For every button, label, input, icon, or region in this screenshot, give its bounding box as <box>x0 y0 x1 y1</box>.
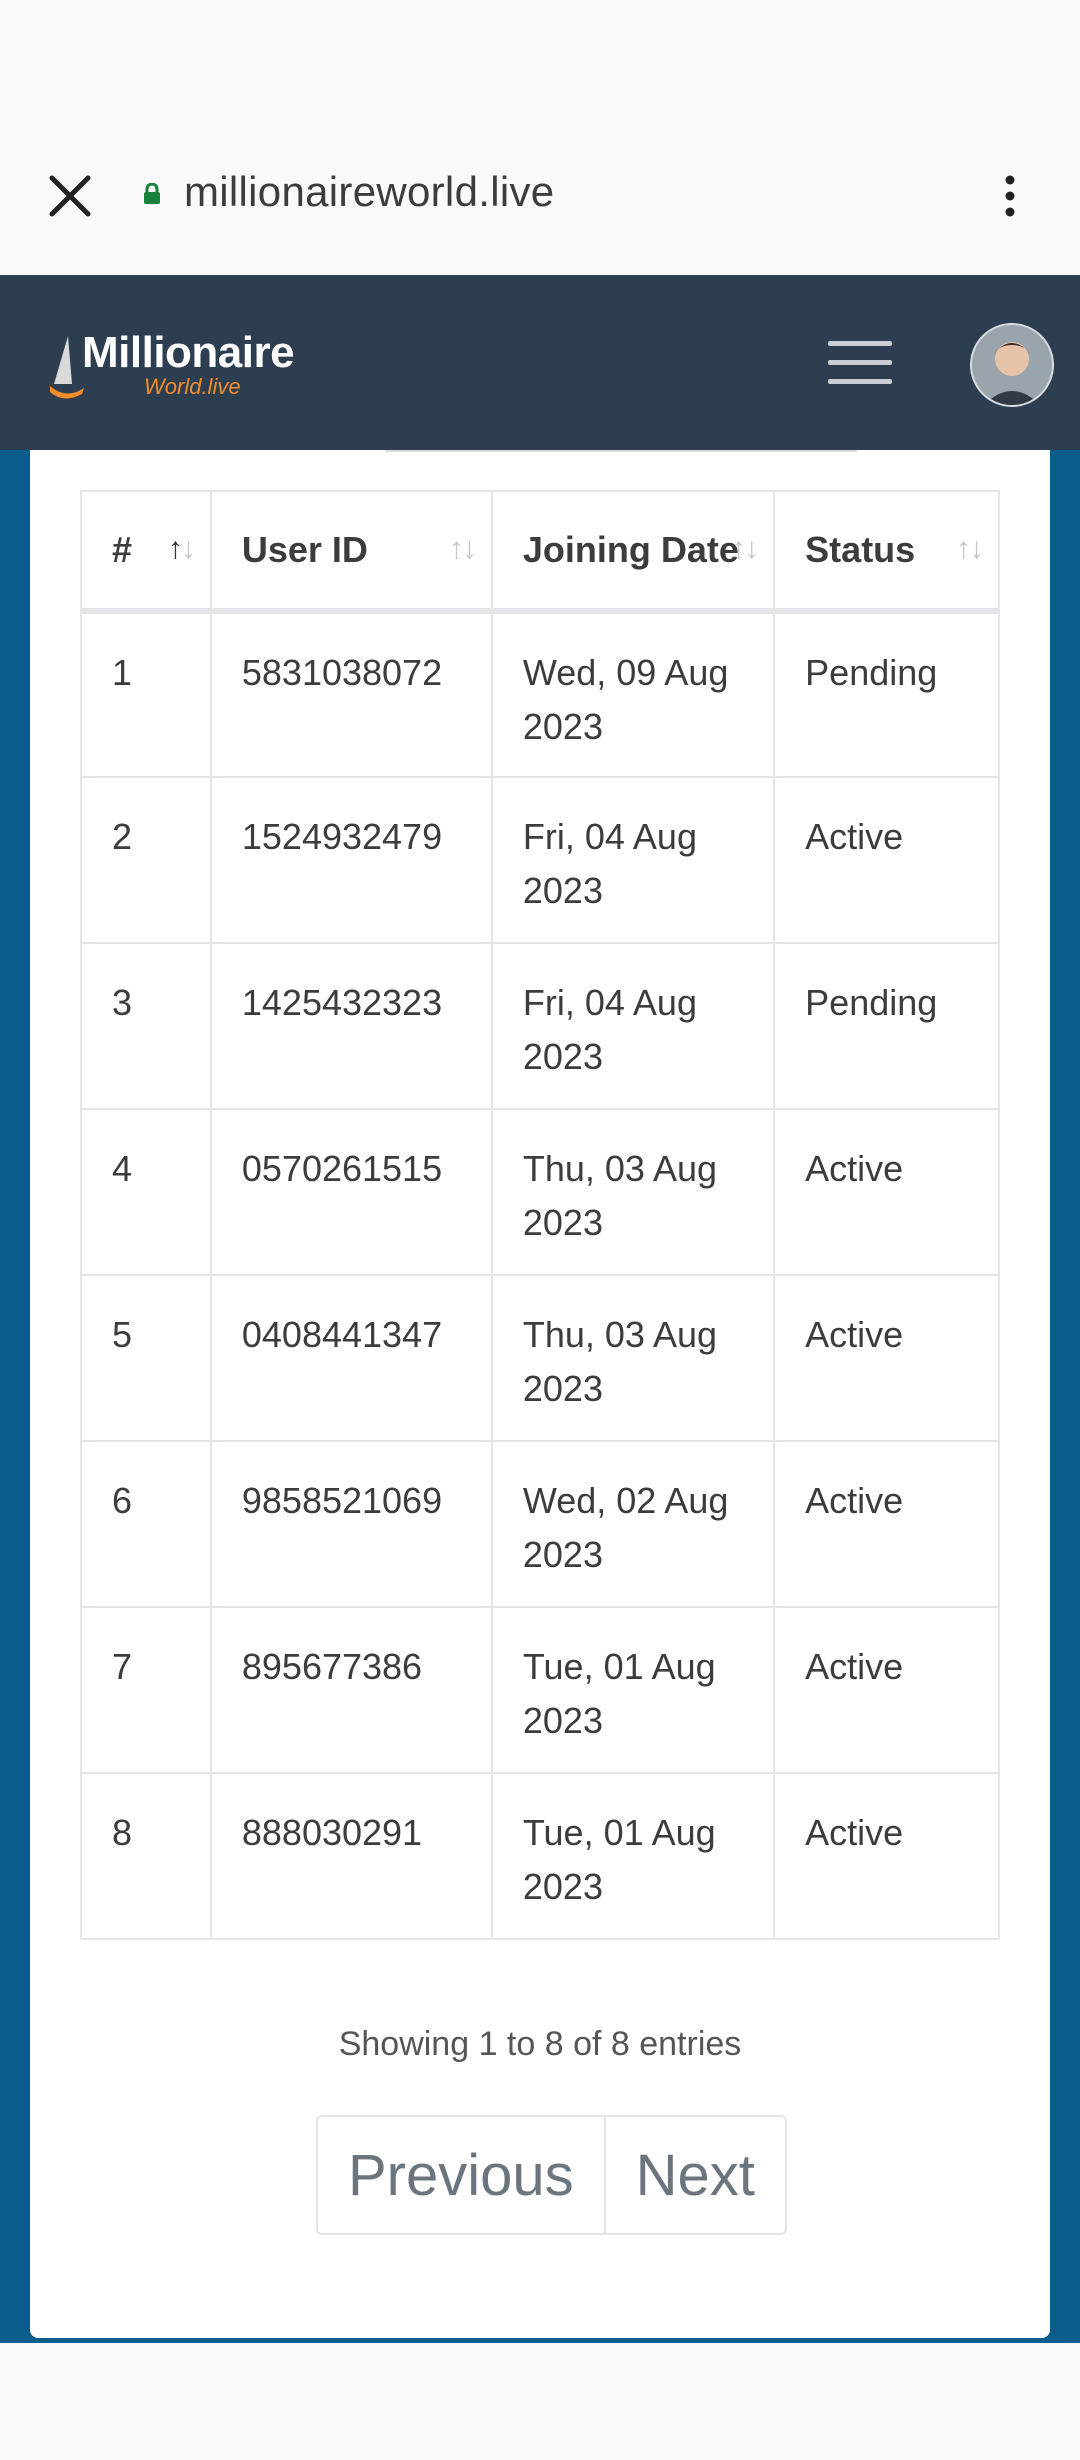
status-text: Pending <box>773 610 1000 778</box>
row-number: 2 <box>80 776 212 944</box>
users-table: # ↑↓ User ID ↑↓ Joining Date ↑↓ Status ↑… <box>80 490 1000 1940</box>
status-text: Active <box>773 1606 1000 1774</box>
status-text: Pending <box>773 942 1000 1110</box>
row-number: 1 <box>80 610 212 778</box>
logo-title: Millionaire <box>82 328 295 377</box>
user-id: 5831038072 <box>209 610 493 778</box>
status-text: Active <box>773 776 1000 944</box>
browser-bar: millionaireworld.live <box>0 0 1080 275</box>
close-icon[interactable] <box>44 170 96 222</box>
sort-icon: ↑↓ <box>956 532 984 565</box>
url-text[interactable]: millionaireworld.live <box>184 168 554 216</box>
joining-date: Fri, 04 Aug 2023 <box>490 942 776 1110</box>
user-id: 1524932479 <box>209 776 493 944</box>
table-row: 7 895677386 Tue, 01 Aug 2023 Active <box>80 1606 1000 1774</box>
row-number: 7 <box>80 1606 212 1774</box>
row-number: 6 <box>80 1440 212 1608</box>
user-id: 1425432323 <box>209 942 493 1110</box>
table-row: 2 1524932479 Fri, 04 Aug 2023 Active <box>80 776 1000 944</box>
joining-date: Wed, 09 Aug 2023 <box>490 610 776 778</box>
table-row: 8 888030291 Tue, 01 Aug 2023 Active <box>80 1772 1000 1940</box>
column-header-status[interactable]: Status ↑↓ <box>773 490 1000 614</box>
logo-subtitle: World.live <box>144 374 241 399</box>
joining-date: Tue, 01 Aug 2023 <box>490 1772 776 1940</box>
search-input-edge[interactable] <box>385 450 857 452</box>
row-number: 4 <box>80 1108 212 1276</box>
user-id: 888030291 <box>209 1772 493 1940</box>
column-header-number[interactable]: # ↑↓ <box>80 490 212 614</box>
sort-icon: ↑↓ <box>448 532 477 565</box>
more-options-icon[interactable] <box>990 172 1030 220</box>
lock-icon <box>144 183 160 204</box>
user-id: 0570261515 <box>209 1108 493 1276</box>
joining-date: Wed, 02 Aug 2023 <box>490 1440 776 1608</box>
joining-date: Tue, 01 Aug 2023 <box>490 1606 776 1774</box>
pagination: Previous Next <box>316 2115 787 2235</box>
user-id: 9858521069 <box>209 1440 493 1608</box>
user-id: 0408441347 <box>209 1274 493 1442</box>
table-row: 5 0408441347 Thu, 03 Aug 2023 Active <box>80 1274 1000 1442</box>
sort-asc-icon: ↑↓ <box>167 532 196 565</box>
next-button[interactable]: Next <box>603 2117 785 2233</box>
status-text: Active <box>773 1772 1000 1940</box>
status-text: Active <box>773 1274 1000 1442</box>
status-text: Active <box>773 1440 1000 1608</box>
table-row: 3 1425432323 Fri, 04 Aug 2023 Pending <box>80 942 1000 1110</box>
status-text: Active <box>773 1108 1000 1276</box>
column-header-user-id[interactable]: User ID ↑↓ <box>209 490 493 614</box>
avatar[interactable] <box>970 323 1054 407</box>
row-number: 3 <box>80 942 212 1110</box>
table-row: 6 9858521069 Wed, 02 Aug 2023 Active <box>80 1440 1000 1608</box>
joining-date: Fri, 04 Aug 2023 <box>490 776 776 944</box>
sort-icon: ↑↓ <box>731 532 759 565</box>
app-header: Millionaire World.live <box>0 275 1080 450</box>
table-info: Showing 1 to 8 of 8 entries <box>338 2025 742 2063</box>
table-header-row: # ↑↓ User ID ↑↓ Joining Date ↑↓ Status ↑… <box>80 490 1000 614</box>
row-number: 8 <box>80 1772 212 1940</box>
logo-sail-icon <box>50 336 84 399</box>
table-row: 1 5831038072 Wed, 09 Aug 2023 Pending <box>80 610 1000 778</box>
joining-date: Thu, 03 Aug 2023 <box>490 1274 776 1442</box>
user-avatar-image <box>972 325 1052 405</box>
menu-icon[interactable] <box>828 341 892 385</box>
user-id: 895677386 <box>209 1606 493 1774</box>
joining-date: Thu, 03 Aug 2023 <box>490 1108 776 1276</box>
column-header-joining-date[interactable]: Joining Date ↑↓ <box>490 490 776 614</box>
row-number: 5 <box>80 1274 212 1442</box>
table-row: 4 0570261515 Thu, 03 Aug 2023 Active <box>80 1108 1000 1276</box>
previous-button[interactable]: Previous <box>318 2117 604 2233</box>
logo[interactable]: Millionaire World.live <box>48 328 298 400</box>
